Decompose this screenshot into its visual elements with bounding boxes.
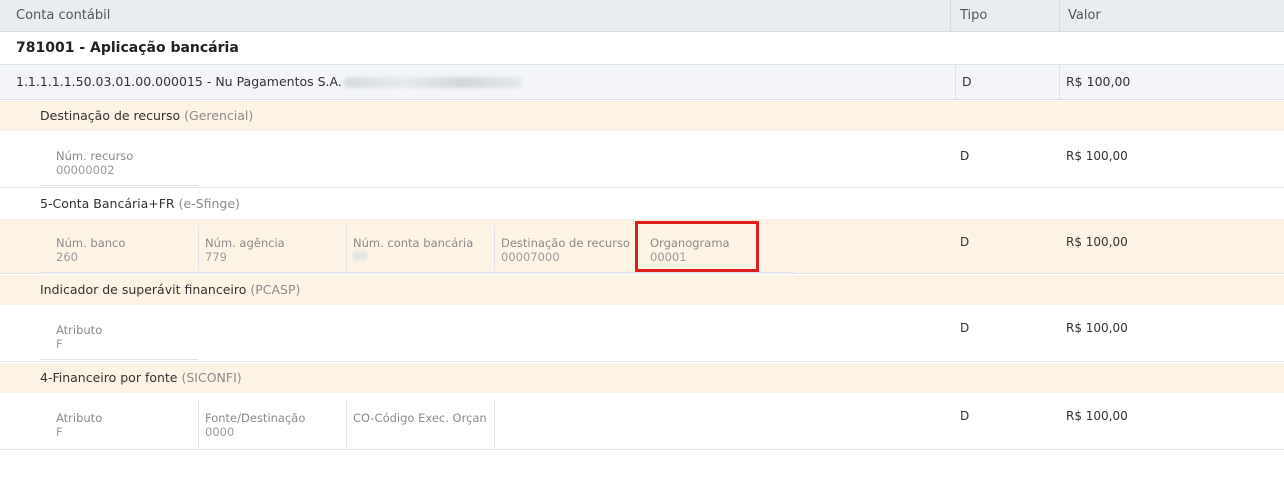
table-header: Conta contábil Tipo Valor: [0, 0, 1284, 32]
field-divider: [198, 225, 199, 271]
field-underline: [40, 185, 198, 186]
section-header-superavit: Indicador de superávit financeiro (PCASP…: [0, 275, 1284, 305]
field-divider: [346, 225, 347, 271]
field-label: Núm. conta bancária: [353, 236, 474, 250]
field-label: Núm. agência: [205, 236, 285, 250]
field-label: Núm. banco: [56, 236, 126, 250]
section-subtitle: (Gerencial): [184, 108, 254, 123]
account-row[interactable]: 1.1.1.1.1.50.03.01.00.000015 - Nu Pagame…: [0, 64, 1284, 100]
section-subtitle: (PCASP): [250, 282, 301, 297]
detail-type: D: [960, 409, 970, 423]
section-detail-financeiro-fonte: Atributo F Fonte/Destinação 0000 CO-Códi…: [0, 393, 1284, 450]
section-subtitle: (e-Sfinge): [178, 196, 240, 211]
field-value: 00000002: [56, 163, 115, 177]
section-header-destinacao: Destinação de recurso (Gerencial): [0, 101, 1284, 131]
section-title: Destinação de recurso: [40, 108, 181, 123]
detail-value: R$ 100,00: [1066, 235, 1128, 249]
column-header-type[interactable]: Tipo: [960, 0, 987, 32]
column-header-value[interactable]: Valor: [1068, 0, 1101, 32]
detail-value: R$ 100,00: [1066, 321, 1128, 335]
field-num-agencia: Núm. agência 779: [205, 236, 285, 264]
field-value: 0000: [205, 425, 235, 439]
field-label: Fonte/Destinação: [205, 411, 306, 425]
detail-value: R$ 100,00: [1066, 149, 1128, 163]
field-label: CO-Código Exec. Orçan: [353, 411, 487, 425]
column-divider: [1059, 0, 1060, 32]
detail-value: R$ 100,00: [1066, 409, 1128, 423]
field-divider: [346, 399, 347, 447]
group-title: 781001 - Aplicação bancária: [0, 32, 1284, 64]
cell-divider: [955, 65, 956, 99]
field-underline: [40, 359, 198, 360]
section-detail-destinacao: Núm. recurso 00000002 D R$ 100,00: [0, 131, 1284, 188]
account-value: R$ 100,00: [1066, 74, 1131, 89]
field-fonte-destinacao: Fonte/Destinação 0000: [205, 411, 305, 439]
cell-divider: [1059, 65, 1060, 99]
redacted-text: [344, 77, 522, 88]
field-divider: [198, 399, 199, 447]
detail-type: D: [960, 321, 970, 335]
field-value: 00007000: [501, 250, 560, 264]
section-title: 5-Conta Bancária+FR: [40, 196, 175, 211]
detail-type: D: [960, 235, 970, 249]
field-num-banco: Núm. banco 260: [56, 236, 125, 264]
field-value: 779: [205, 250, 227, 264]
field-label: Atributo: [56, 411, 103, 425]
field-value: 260: [56, 250, 78, 264]
field-co-codigo-exec: CO-Código Exec. Orçan: [353, 411, 487, 425]
field-label: Destinação de recurso: [501, 236, 630, 250]
field-atributo: Atributo F: [56, 411, 102, 439]
section-header-financeiro-fonte: 4-Financeiro por fonte (SICONFI): [0, 363, 1284, 393]
field-divider: [494, 399, 495, 447]
field-atributo: Atributo F: [56, 323, 102, 351]
field-num-recurso: Núm. recurso 00000002: [56, 149, 133, 177]
field-label: Atributo: [56, 323, 103, 337]
field-underline: [40, 272, 794, 273]
section-title: 4-Financeiro por fonte: [40, 370, 178, 385]
field-label: Núm. recurso: [56, 149, 134, 163]
field-num-conta-bancaria: Núm. conta bancária: [353, 236, 473, 264]
section-subtitle: (SICONFI): [181, 370, 242, 385]
field-divider: [494, 225, 495, 271]
detail-type: D: [960, 149, 970, 163]
highlight-box: [635, 221, 759, 272]
section-header-conta-bancaria: 5-Conta Bancária+FR (e-Sfinge): [0, 189, 1284, 219]
section-detail-superavit: Atributo F D R$ 100,00: [0, 305, 1284, 362]
redacted-text: [353, 251, 367, 261]
column-header-account[interactable]: Conta contábil: [16, 0, 110, 32]
field-value: [353, 250, 473, 264]
account-type: D: [962, 74, 972, 89]
field-value: F: [56, 337, 63, 351]
field-destinacao-recurso: Destinação de recurso 00007000: [501, 236, 630, 264]
column-divider: [950, 0, 951, 32]
field-value: F: [56, 425, 63, 439]
account-label: 1.1.1.1.1.50.03.01.00.000015 - Nu Pagame…: [16, 74, 342, 89]
section-title: Indicador de superávit financeiro: [40, 282, 247, 297]
